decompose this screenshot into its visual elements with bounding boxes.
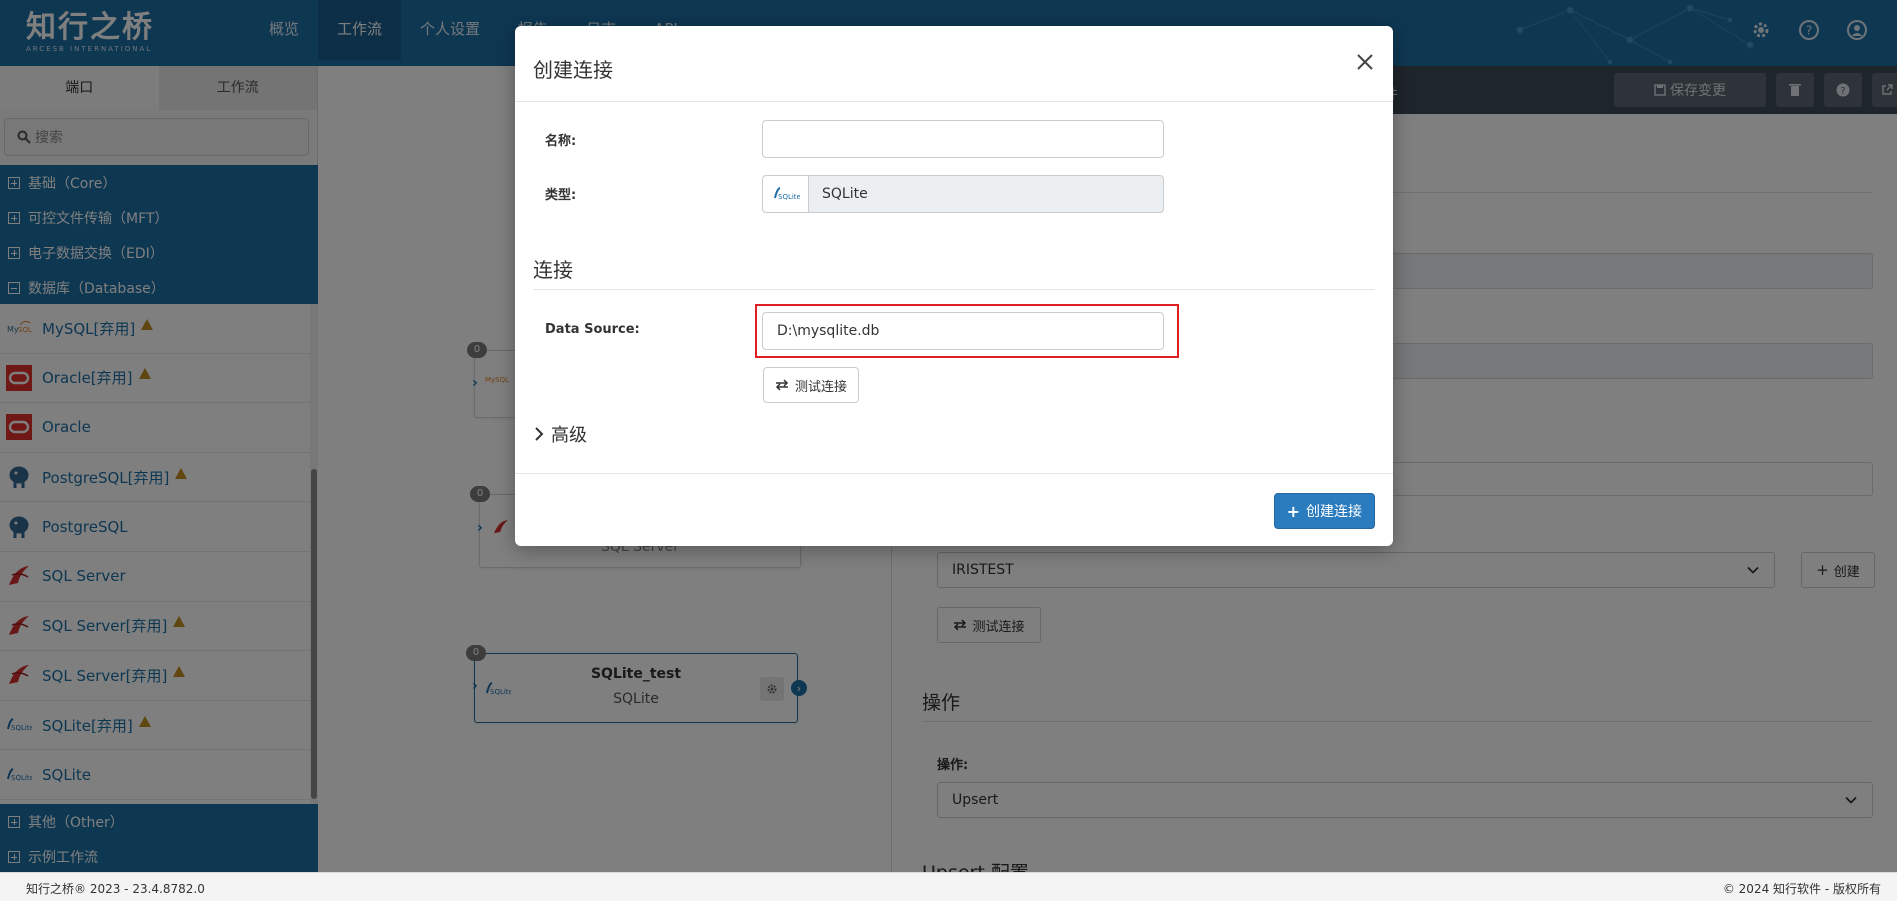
copyright-text: © 2024 知行软件 - 版权所有 — [1722, 882, 1881, 896]
divider — [533, 289, 1375, 290]
plus-icon: + — [1286, 501, 1300, 521]
type-value: SQLite — [822, 186, 868, 202]
datasource-label: Data Source: — [545, 322, 640, 337]
create-connection-label: 创建连接 — [1306, 504, 1362, 520]
exchange-icon — [775, 379, 789, 391]
dialog-header: 创建连接 — [515, 26, 1393, 102]
highlight-box — [755, 304, 1179, 358]
type-label: 类型: — [545, 188, 577, 203]
create-connection-dialog: 创建连接 名称: 类型: SQLite SQLite 连接 Data Sourc… — [515, 26, 1393, 546]
close-icon[interactable] — [1355, 52, 1375, 72]
create-connection-button[interactable]: + 创建连接 — [1273, 493, 1375, 529]
test-connection-button[interactable]: 测试连接 — [763, 367, 860, 403]
svg-text:SQLite: SQLite — [778, 193, 800, 201]
footer: 知行之桥® 2023 - 23.4.8782.0 © 2024 知行软件 - 版… — [0, 872, 1897, 901]
chevron-right-icon — [535, 427, 544, 441]
divider — [515, 473, 1393, 474]
version-text: 知行之桥® 2023 - 23.4.8782.0 — [26, 882, 205, 896]
type-field: SQLite SQLite — [762, 175, 1164, 213]
name-label: 名称: — [545, 134, 577, 149]
name-input[interactable] — [762, 120, 1164, 158]
advanced-label: 高级 — [551, 425, 587, 446]
dialog-title: 创建连接 — [533, 58, 613, 82]
advanced-toggle[interactable]: 高级 — [533, 421, 587, 447]
test-connection-label: 测试连接 — [795, 379, 848, 395]
section-heading-connection: 连接 — [533, 258, 573, 282]
sqlite-icon: SQLite — [763, 176, 809, 212]
